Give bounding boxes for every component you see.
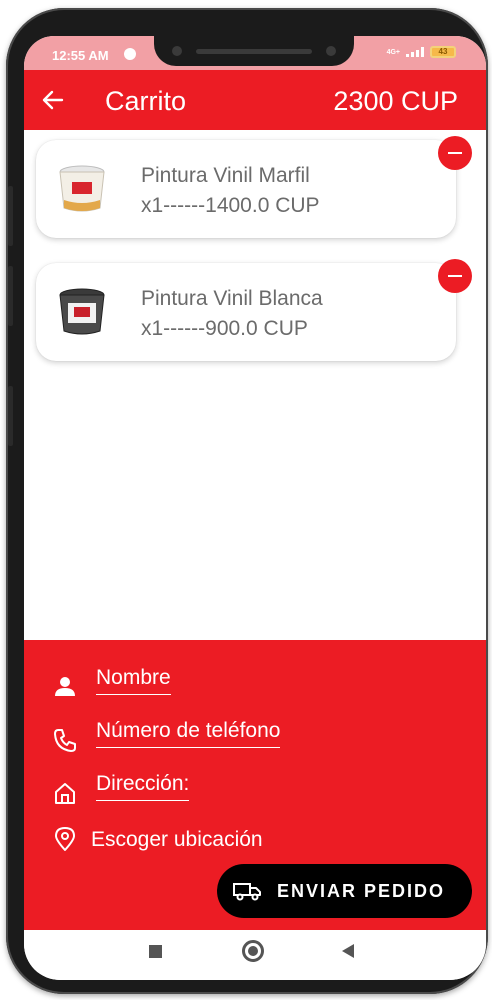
status-time: 12:55 AM — [52, 48, 109, 63]
battery-icon: 43 — [430, 46, 456, 58]
phone-side-button — [8, 186, 13, 246]
phone-side-button — [8, 386, 13, 446]
choose-location-link[interactable]: Escoger ubicación — [91, 828, 263, 852]
recent-apps-icon[interactable] — [149, 945, 162, 958]
home-button-icon[interactable] — [242, 940, 264, 962]
location-pin-icon — [55, 827, 75, 851]
item-name: Pintura Vinil Blanca — [141, 287, 323, 310]
name-row: Nombre — [24, 662, 486, 706]
phone-side-button — [8, 266, 13, 326]
signal-icon — [406, 47, 424, 57]
address-row: Dirección: — [24, 768, 486, 812]
name-field[interactable]: Nombre — [96, 666, 171, 695]
cart-total: 2300 CUP — [333, 86, 458, 116]
app-bar: Carrito 2300 CUP — [24, 70, 486, 130]
camera-icon — [172, 46, 182, 56]
paint-bucket-image — [59, 165, 105, 212]
remove-item-button[interactable] — [438, 259, 472, 293]
screen: 12:55 AM 4G+ 43 Carrito 2300 CUP Pintura… — [24, 36, 486, 980]
phone-frame: 12:55 AM 4G+ 43 Carrito 2300 CUP Pintura… — [6, 8, 488, 994]
speaker-grille — [196, 49, 312, 54]
item-quantity-price: x1------900.0 CUP — [141, 317, 308, 340]
phone-field[interactable]: Número de teléfono — [96, 719, 281, 748]
facebook-notification-icon — [124, 48, 136, 60]
page-title: Carrito — [105, 86, 187, 116]
arrow-left-icon[interactable] — [42, 90, 64, 110]
cart-item[interactable]: Pintura Vinil Blanca x1------900.0 CUP — [36, 259, 472, 361]
phone-row: Número de teléfono — [24, 715, 486, 759]
cart-item[interactable]: Pintura Vinil Marfil x1------1400.0 CUP — [36, 136, 472, 238]
system-nav-bar — [24, 930, 486, 980]
remove-item-button[interactable] — [438, 136, 472, 170]
item-quantity-price: x1------1400.0 CUP — [141, 194, 320, 217]
person-icon — [55, 677, 75, 696]
back-triangle-icon[interactable] — [342, 944, 354, 958]
address-field[interactable]: Dirección: — [96, 772, 190, 801]
location-row[interactable]: Escoger ubicación — [24, 820, 486, 864]
order-form: Nombre Número de teléfono Dirección: Esc… — [24, 640, 486, 930]
item-name: Pintura Vinil Marfil — [141, 164, 310, 187]
truck-icon — [233, 883, 261, 901]
phone-icon — [54, 729, 76, 752]
network-type: 4G+ — [386, 48, 400, 56]
home-icon — [55, 783, 75, 804]
send-order-button[interactable]: ENVIAR PEDIDO — [217, 864, 472, 918]
camera-notch — [154, 36, 354, 66]
status-indicators: 4G+ 43 — [387, 46, 456, 58]
send-order-label: ENVIAR PEDIDO — [277, 880, 446, 901]
paint-bucket-image — [59, 288, 105, 335]
camera-icon — [326, 46, 336, 56]
